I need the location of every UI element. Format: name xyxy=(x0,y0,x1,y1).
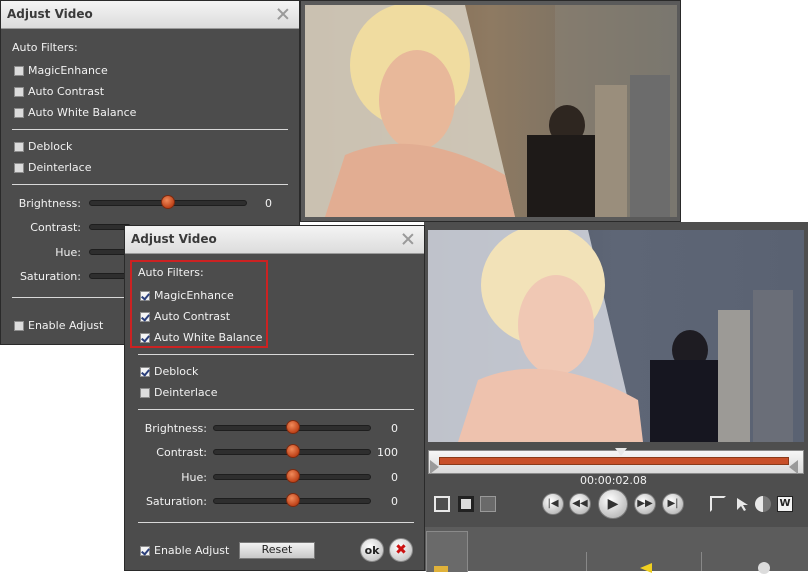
back-auto-contrast-checkbox[interactable] xyxy=(14,87,24,97)
back-deinterlace-label: Deinterlace xyxy=(28,161,92,174)
go-to-start-button[interactable]: |◀ xyxy=(542,493,564,515)
back-hue-label: Hue: xyxy=(55,246,81,259)
back-auto-contrast-label: Auto Contrast xyxy=(28,85,105,98)
front-player: 00:00:02.08 |◀ ◀◀ ▶ ▶▶ ▶| W xyxy=(424,222,808,574)
front-auto-contrast-checkbox[interactable] xyxy=(140,312,150,322)
cancel-button[interactable]: ✖ xyxy=(389,538,413,562)
back-deblock-label: Deblock xyxy=(28,140,73,153)
front-divider-3 xyxy=(138,522,414,523)
front-divider-1 xyxy=(138,354,414,355)
front-dialog-title: Adjust Video xyxy=(131,232,217,246)
front-magicenhance-label: MagicEnhance xyxy=(154,289,234,302)
timeline-start-marker[interactable] xyxy=(430,460,439,474)
x-icon: ✖ xyxy=(395,542,407,558)
fullscreen-icon[interactable] xyxy=(434,496,450,512)
play-button[interactable]: ▶ xyxy=(598,489,628,519)
bottom-separator-1 xyxy=(586,552,587,571)
front-saturation-thumb[interactable] xyxy=(286,493,300,507)
go-to-end-button[interactable]: ▶| xyxy=(662,493,684,515)
back-magicenhance-checkbox[interactable] xyxy=(14,66,24,76)
back-auto-white-balance-checkbox[interactable] xyxy=(14,108,24,118)
back-magicenhance-label: MagicEnhance xyxy=(28,64,108,77)
front-deblock-checkbox[interactable] xyxy=(140,367,150,377)
front-brightness-thumb[interactable] xyxy=(286,420,300,434)
crop-icon[interactable] xyxy=(710,496,726,512)
film-icon[interactable] xyxy=(458,496,474,512)
watermark-icon[interactable]: W xyxy=(777,496,793,512)
front-auto-contrast-label: Auto Contrast xyxy=(154,310,231,323)
globe-icon[interactable] xyxy=(758,562,770,574)
front-saturation-value: 0 xyxy=(391,495,398,508)
back-brightness-thumb[interactable] xyxy=(161,195,175,209)
front-saturation-label: Saturation: xyxy=(145,495,207,508)
back-deblock-checkbox[interactable] xyxy=(14,142,24,152)
back-deinterlace-checkbox[interactable] xyxy=(14,163,24,173)
front-hue-label: Hue: xyxy=(181,471,207,484)
reset-button[interactable]: Reset xyxy=(239,542,315,559)
back-dialog-title: Adjust Video xyxy=(7,7,93,21)
front-adjust-video-dialog: Adjust Video Auto Filters: MagicEnhance … xyxy=(124,225,425,571)
fast-forward-button[interactable]: ▶▶ xyxy=(634,493,656,515)
front-deinterlace-label: Deinterlace xyxy=(154,386,218,399)
back-auto-filters-label: Auto Filters: xyxy=(12,41,78,54)
front-auto-filters-label: Auto Filters: xyxy=(138,266,204,279)
back-close-icon[interactable] xyxy=(275,6,291,22)
front-hue-thumb[interactable] xyxy=(286,469,300,483)
arrow-icon[interactable] xyxy=(640,563,652,573)
back-auto-white-balance-label: Auto White Balance xyxy=(28,106,137,119)
back-contrast-label: Contrast: xyxy=(30,221,81,234)
front-brightness-value: 0 xyxy=(391,422,398,435)
back-divider-1 xyxy=(12,129,288,130)
front-contrast-label: Contrast: xyxy=(156,446,207,459)
progress-fill xyxy=(439,457,789,465)
front-contrast-value: 100 xyxy=(377,446,398,459)
front-enable-adjust-checkbox[interactable] xyxy=(140,546,150,556)
playhead-marker[interactable] xyxy=(615,448,627,456)
front-video-preview xyxy=(428,230,804,442)
back-enable-adjust-checkbox[interactable] xyxy=(14,321,24,331)
back-titlebar: Adjust Video xyxy=(1,1,299,29)
bottom-separator-2 xyxy=(701,552,702,571)
folder-icon[interactable] xyxy=(434,566,448,572)
pointer-icon[interactable] xyxy=(734,496,750,512)
front-auto-white-balance-label: Auto White Balance xyxy=(154,331,263,344)
front-deinterlace-checkbox[interactable] xyxy=(140,388,150,398)
front-enable-adjust-label: Enable Adjust xyxy=(154,544,230,557)
bottom-toolbar xyxy=(424,527,808,571)
front-titlebar: Adjust Video xyxy=(125,226,424,254)
front-auto-white-balance-checkbox[interactable] xyxy=(140,333,150,343)
front-contrast-thumb[interactable] xyxy=(286,444,300,458)
front-magicenhance-checkbox[interactable] xyxy=(140,291,150,301)
back-brightness-label: Brightness: xyxy=(18,197,81,210)
front-wedding-photo xyxy=(428,230,804,442)
back-saturation-label: Saturation: xyxy=(19,270,81,283)
back-preview-frame xyxy=(300,0,681,222)
back-enable-adjust-label: Enable Adjust xyxy=(28,319,104,332)
back-divider-3 xyxy=(12,297,132,298)
front-close-icon[interactable] xyxy=(400,231,416,247)
rewind-button[interactable]: ◀◀ xyxy=(569,493,591,515)
back-divider-2 xyxy=(12,184,288,185)
split-view-icon[interactable] xyxy=(755,496,771,512)
timecode: 00:00:02.08 xyxy=(580,474,647,487)
volume-icon[interactable] xyxy=(480,496,496,512)
ok-button[interactable]: ok xyxy=(360,538,384,562)
front-hue-value: 0 xyxy=(391,471,398,484)
front-brightness-label: Brightness: xyxy=(144,422,207,435)
front-deblock-label: Deblock xyxy=(154,365,199,378)
front-divider-2 xyxy=(138,409,414,410)
timeline-end-marker[interactable] xyxy=(789,460,798,474)
back-wedding-photo xyxy=(305,5,677,217)
back-video-preview xyxy=(305,5,677,217)
back-brightness-value: 0 xyxy=(265,197,272,210)
